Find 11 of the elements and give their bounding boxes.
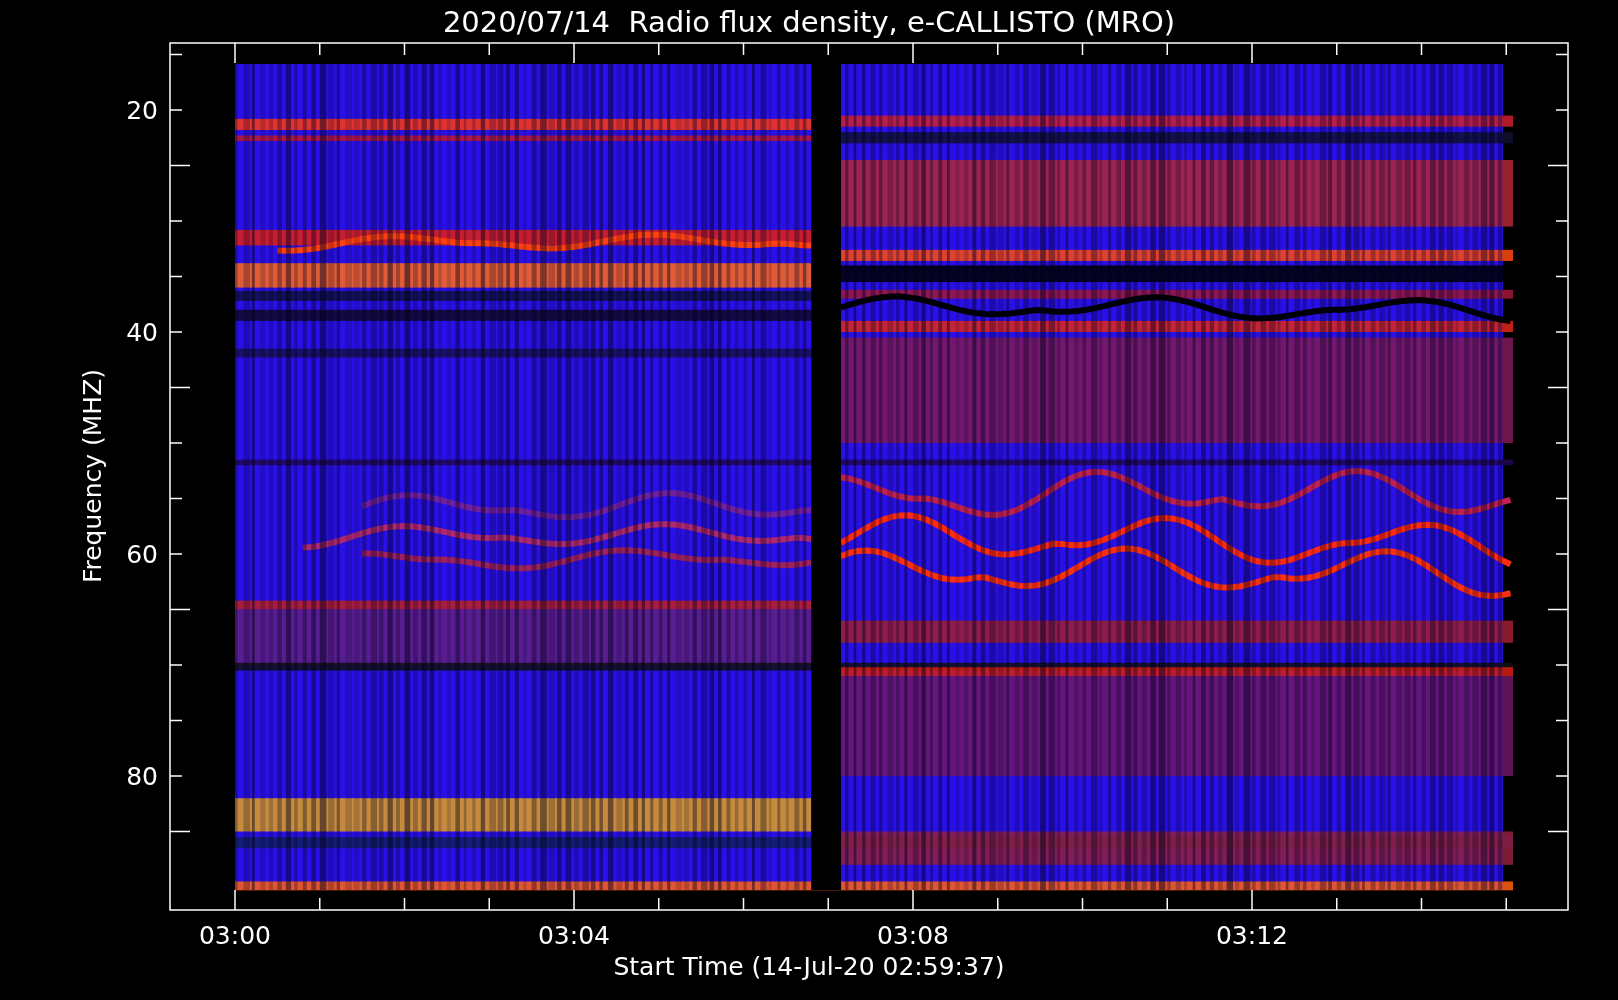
y-tick-label: 80 bbox=[126, 762, 158, 791]
x-tick-label: 03:08 bbox=[877, 921, 949, 950]
x-axis-label: Start Time (14-Jul-20 02:59:37) bbox=[613, 952, 1005, 981]
x-tick-label: 03:12 bbox=[1216, 921, 1288, 950]
y-tick-label: 60 bbox=[126, 540, 158, 569]
y-tick-label: 40 bbox=[126, 318, 158, 347]
y-axis-label: Frequency (MHZ) bbox=[78, 368, 107, 584]
x-tick-label: 03:04 bbox=[538, 921, 610, 950]
y-tick-label: 20 bbox=[126, 96, 158, 125]
x-tick-label: 03:00 bbox=[199, 921, 271, 950]
plot-title: 2020/07/14 Radio flux density, e-CALLISTO (MRO) bbox=[442, 5, 1176, 39]
